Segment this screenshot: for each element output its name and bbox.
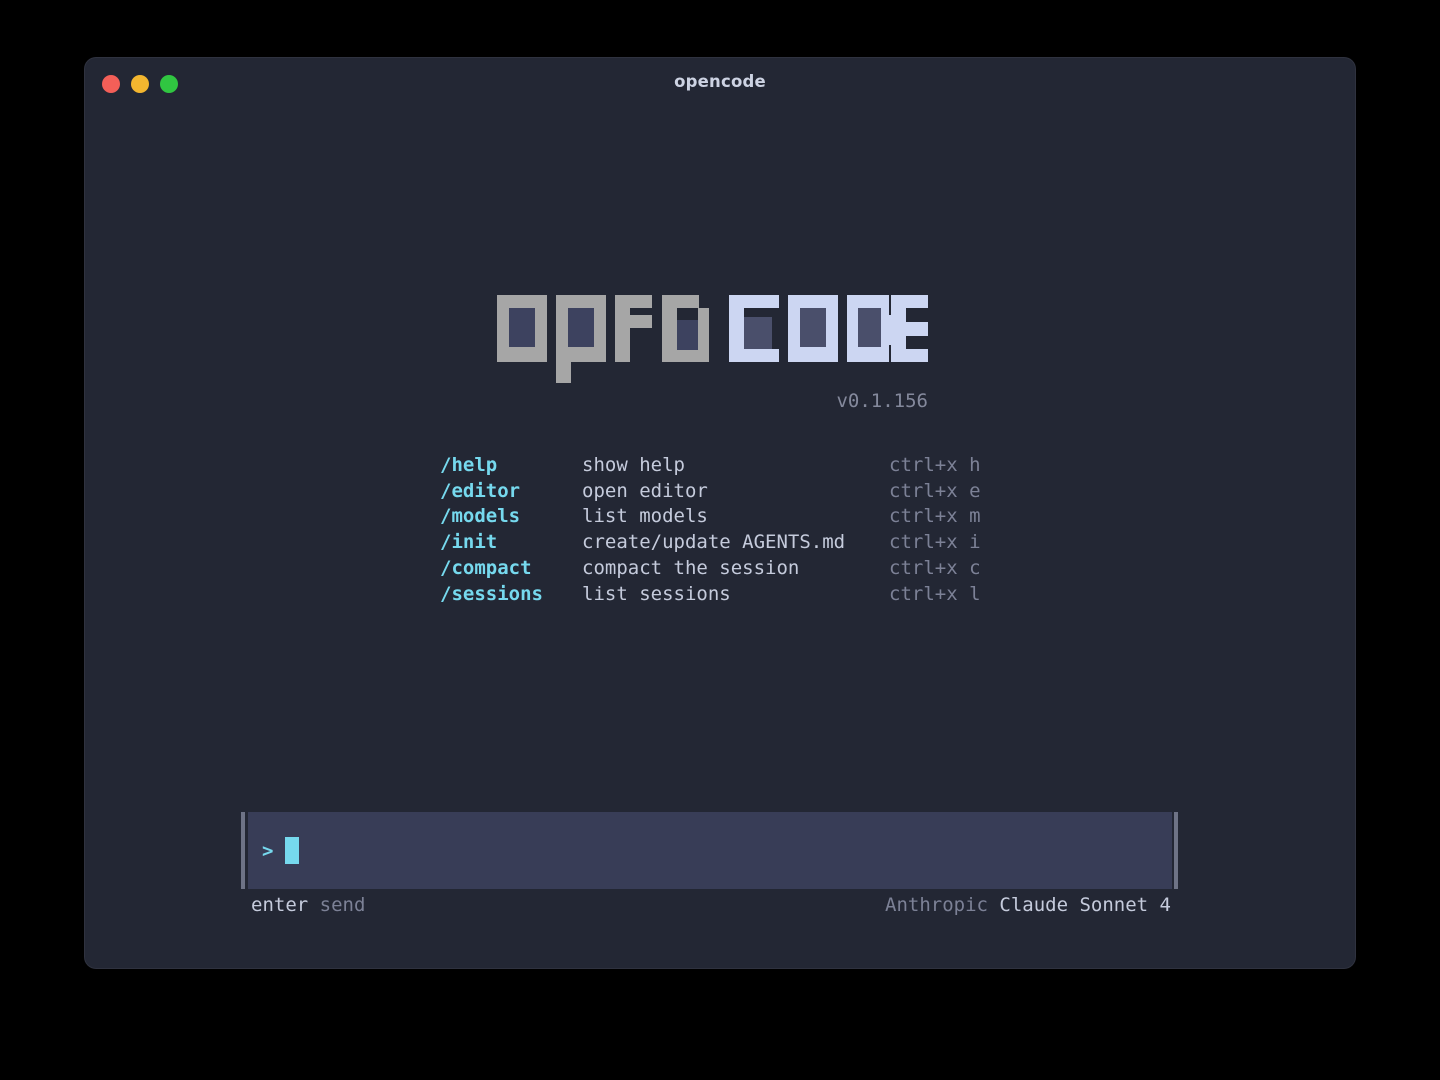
command-name[interactable]: /editor xyxy=(440,480,582,502)
minimize-button[interactable] xyxy=(131,75,149,93)
command-description: show help xyxy=(582,454,889,476)
command-row[interactable]: /sessionslist sessionsctrl+x l xyxy=(440,581,981,607)
command-row[interactable]: /helpshow helpctrl+x h xyxy=(440,452,981,478)
send-hint: enter send xyxy=(251,894,365,916)
command-name[interactable]: /help xyxy=(440,454,582,476)
command-name[interactable]: /init xyxy=(440,531,582,553)
prompt-symbol: > xyxy=(262,840,273,862)
input-right-border xyxy=(1174,812,1178,889)
command-description: compact the session xyxy=(582,557,889,579)
command-name[interactable]: /sessions xyxy=(440,583,582,605)
text-cursor xyxy=(285,837,299,864)
statusbar: enter send Anthropic Claude Sonnet 4 xyxy=(251,894,1171,916)
command-row[interactable]: /initcreate/update AGENTS.mdctrl+x i xyxy=(440,529,981,555)
close-button[interactable] xyxy=(102,75,120,93)
command-shortcut: ctrl+x i xyxy=(889,531,981,553)
command-row[interactable]: /modelslist modelsctrl+x m xyxy=(440,504,981,530)
command-name[interactable]: /models xyxy=(440,505,582,527)
send-action-label: send xyxy=(308,894,365,916)
command-row[interactable]: /compactcompact the sessionctrl+x c xyxy=(440,555,981,581)
message-input-area: > xyxy=(84,812,1356,889)
command-shortcut: ctrl+x c xyxy=(889,557,981,579)
version-label: v0.1.156 xyxy=(497,390,928,412)
command-row[interactable]: /editoropen editorctrl+x e xyxy=(440,478,981,504)
command-description: list models xyxy=(582,505,889,527)
message-input[interactable]: > xyxy=(248,812,1172,889)
opencode-logo xyxy=(497,295,928,387)
input-left-border xyxy=(241,812,245,889)
command-shortcut: ctrl+x l xyxy=(889,583,981,605)
model-provider: Anthropic xyxy=(885,894,999,916)
command-shortcut: ctrl+x h xyxy=(889,454,981,476)
opencode-window: opencode v0.1.156 /helpshow helpctrl+x h… xyxy=(84,57,1356,969)
enter-key-label: enter xyxy=(251,894,308,916)
command-shortcut: ctrl+x m xyxy=(889,505,981,527)
command-description: create/update AGENTS.md xyxy=(582,531,889,553)
window-title: opencode xyxy=(84,57,1356,105)
titlebar[interactable]: opencode xyxy=(84,57,1356,105)
command-list: /helpshow helpctrl+x h/editoropen editor… xyxy=(440,452,981,607)
logo-block: v0.1.156 xyxy=(497,295,928,412)
command-name[interactable]: /compact xyxy=(440,557,582,579)
command-description: open editor xyxy=(582,480,889,502)
command-description: list sessions xyxy=(582,583,889,605)
model-name: Claude Sonnet 4 xyxy=(999,894,1171,916)
command-shortcut: ctrl+x e xyxy=(889,480,981,502)
zoom-button[interactable] xyxy=(160,75,178,93)
model-indicator[interactable]: Anthropic Claude Sonnet 4 xyxy=(885,894,1171,916)
